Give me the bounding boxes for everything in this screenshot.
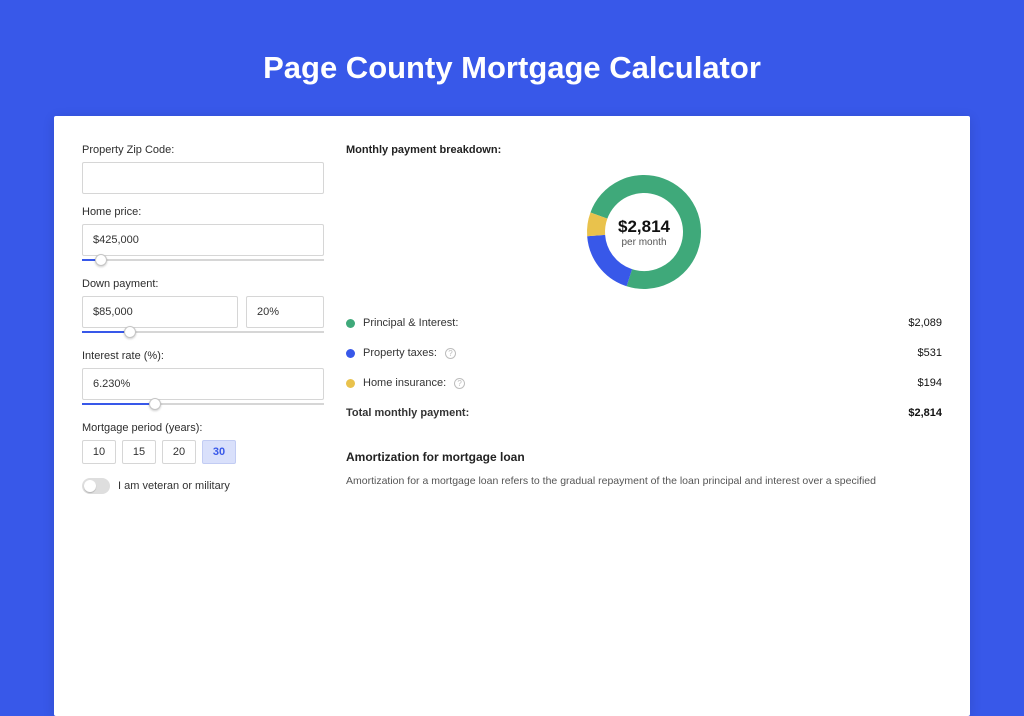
zip-label: Property Zip Code:	[82, 144, 324, 156]
breakdown-panel: Monthly payment breakdown: $2,814 per mo…	[346, 144, 942, 688]
green-dot-icon	[346, 319, 355, 328]
form-panel: Property Zip Code: Home price: Down paym…	[82, 144, 324, 688]
breakdown-title: Monthly payment breakdown:	[346, 144, 942, 156]
amortization-section: Amortization for mortgage loan Amortizat…	[346, 450, 942, 490]
zip-group: Property Zip Code:	[82, 144, 324, 194]
legend-value: $2,089	[908, 317, 942, 329]
legend-value: $194	[918, 377, 942, 389]
info-icon[interactable]: ?	[445, 348, 456, 359]
interest-label: Interest rate (%):	[82, 350, 324, 362]
total-label: Total monthly payment:	[346, 407, 469, 419]
period-option-10[interactable]: 10	[82, 440, 116, 464]
donut-amount: $2,814	[618, 217, 670, 237]
period-option-15[interactable]: 15	[122, 440, 156, 464]
home-price-label: Home price:	[82, 206, 324, 218]
period-label: Mortgage period (years):	[82, 422, 324, 434]
legend-label: Home insurance:	[363, 377, 446, 389]
period-options: 10152030	[82, 440, 324, 464]
blue-dot-icon	[346, 349, 355, 358]
legend-row: Home insurance:? $194	[346, 368, 942, 398]
down-payment-label: Down payment:	[82, 278, 324, 290]
slider-thumb[interactable]	[124, 326, 136, 338]
yellow-dot-icon	[346, 379, 355, 388]
interest-input[interactable]	[82, 368, 324, 400]
donut-chart: $2,814 per month	[346, 164, 942, 308]
info-icon[interactable]: ?	[454, 378, 465, 389]
page-title: Page County Mortgage Calculator	[54, 50, 970, 86]
interest-slider[interactable]	[82, 398, 324, 410]
home-price-group: Home price:	[82, 206, 324, 266]
down-payment-amount-input[interactable]	[82, 296, 238, 328]
period-group: Mortgage period (years): 10152030	[82, 422, 324, 464]
legend-row: Property taxes:? $531	[346, 338, 942, 368]
calculator-card: Property Zip Code: Home price: Down paym…	[54, 116, 970, 716]
donut-sublabel: per month	[621, 237, 666, 248]
down-payment-percent-input[interactable]	[246, 296, 324, 328]
veteran-label: I am veteran or military	[118, 480, 230, 492]
legend-label: Principal & Interest:	[363, 317, 458, 329]
legend-row: Principal & Interest: $2,089	[346, 308, 942, 338]
legend-value: $531	[918, 347, 942, 359]
period-option-20[interactable]: 20	[162, 440, 196, 464]
amortization-text: Amortization for a mortgage loan refers …	[346, 474, 942, 490]
home-price-input[interactable]	[82, 224, 324, 256]
interest-group: Interest rate (%):	[82, 350, 324, 410]
total-row: Total monthly payment: $2,814	[346, 398, 942, 428]
period-option-30[interactable]: 30	[202, 440, 236, 464]
down-payment-group: Down payment:	[82, 278, 324, 338]
home-price-slider[interactable]	[82, 254, 324, 266]
slider-thumb[interactable]	[149, 398, 161, 410]
zip-input[interactable]	[82, 162, 324, 194]
slider-thumb[interactable]	[95, 254, 107, 266]
total-value: $2,814	[908, 407, 942, 419]
veteran-toggle[interactable]	[82, 478, 110, 494]
amortization-title: Amortization for mortgage loan	[346, 450, 942, 464]
veteran-row: I am veteran or military	[82, 478, 324, 494]
down-payment-slider[interactable]	[82, 326, 324, 338]
legend-label: Property taxes:	[363, 347, 437, 359]
